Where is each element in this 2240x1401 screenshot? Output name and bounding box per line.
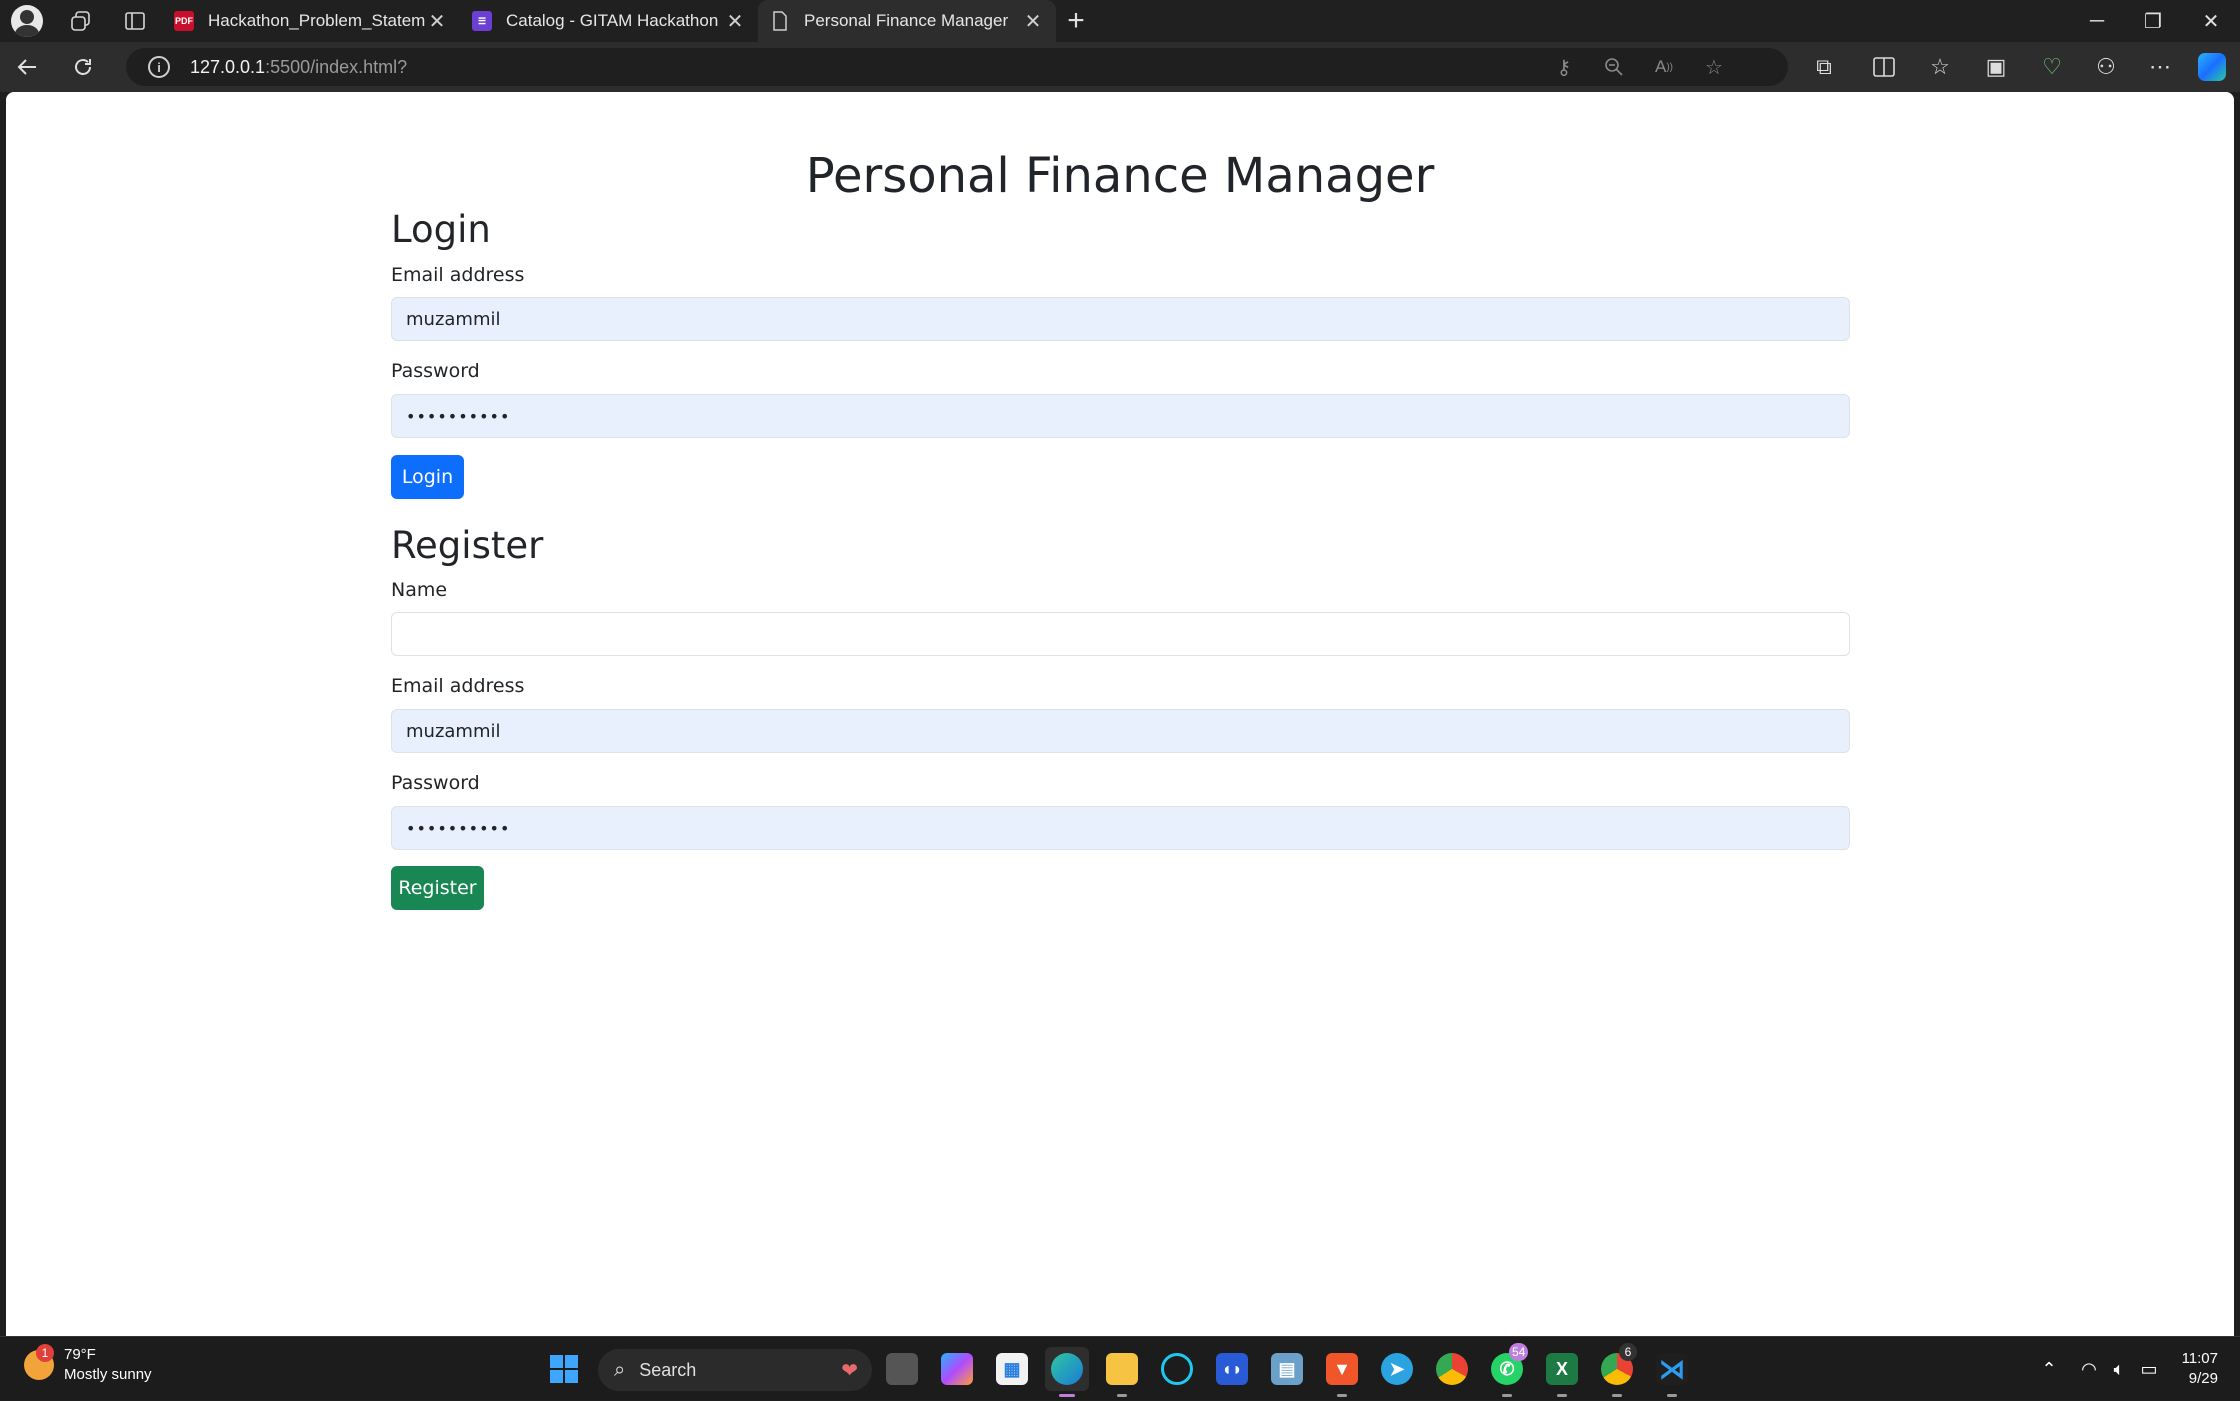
refresh-icon [75, 59, 91, 75]
login-email-label: Email address [391, 264, 525, 286]
taskbar: 1 79°F Mostly sunny ⌕ Search ❤ ▦ ◖◗ ▤ ▼ … [0, 1336, 2240, 1400]
weather-badge: 1 [36, 1344, 54, 1362]
collections-icon[interactable]: ▣ [1974, 42, 2018, 92]
start-button[interactable] [542, 1347, 586, 1391]
register-heading: Register [391, 524, 544, 567]
chrome-profile-icon[interactable]: 6 [1595, 1343, 1639, 1397]
tab-label: Hackathon_Problem_Statements_ [208, 11, 426, 30]
address-bar[interactable]: i 127.0.0.1:5500/index.html? ⚷ A)) ☆ [126, 48, 1788, 86]
login-password-field[interactable]: •••••••••• [391, 394, 1850, 438]
wifi-icon[interactable]: ◠ [2074, 1337, 2104, 1401]
system-clock[interactable]: 11:07 9/29 [2182, 1349, 2218, 1389]
extensions-icon[interactable]: ⧉ [1802, 42, 1846, 92]
split-screen-icon[interactable] [1862, 42, 1906, 92]
clock-time: 11:07 [2181, 1350, 2218, 1367]
pdf-icon: PDF [174, 11, 194, 31]
register-name-label: Name [391, 579, 448, 601]
volume-icon[interactable]: 🔈︎ [2104, 1337, 2134, 1401]
vscode-icon[interactable]: ⋊ [1650, 1347, 1694, 1397]
whatsapp-icon[interactable]: ✆ 54 [1485, 1343, 1529, 1397]
file-explorer-icon[interactable] [1100, 1347, 1144, 1397]
close-icon[interactable]: ✕ [1022, 9, 1044, 34]
microsoft-store-icon[interactable]: ▦ [990, 1347, 1034, 1391]
back-arrow-icon [17, 59, 36, 75]
url-text[interactable]: 127.0.0.1:5500/index.html? [190, 57, 407, 78]
favorite-star-icon[interactable]: ☆ [1696, 48, 1732, 86]
login-password-label: Password [391, 360, 480, 382]
clock-date: 9/29 [2188, 1370, 2218, 1387]
page-icon [770, 11, 790, 31]
clipchamp-icon[interactable]: ▤ [1265, 1347, 1309, 1391]
tab-personal-finance-manager[interactable]: Personal Finance Manager ✕ [758, 0, 1056, 42]
close-window-button[interactable]: ✕ [2182, 0, 2240, 42]
register-email-label: Email address [391, 675, 525, 697]
browser-essentials-icon[interactable]: ♡ [2030, 42, 2074, 92]
tab-catalog-gitam[interactable]: ☰ Catalog - GITAM Hackathon Regis ✕ [460, 0, 758, 42]
copilot-icon[interactable] [2190, 42, 2234, 92]
brave-browser-icon[interactable]: ▼ [1320, 1347, 1364, 1397]
tab-label: Catalog - GITAM Hackathon Regis [506, 11, 724, 30]
page-viewport: Personal Finance Manager Login Email add… [6, 92, 2234, 1336]
copilot-app-icon[interactable] [935, 1347, 979, 1391]
close-icon[interactable]: ✕ [724, 9, 746, 34]
taskbar-search[interactable]: ⌕ Search ❤ [598, 1349, 872, 1391]
search-icon: ⌕ [614, 1358, 626, 1381]
zoom-out-icon[interactable] [1596, 48, 1632, 86]
battery-icon[interactable]: ▭ [2134, 1337, 2164, 1401]
login-email-field[interactable]: muzammil [391, 297, 1850, 341]
profile-avatar[interactable] [0, 0, 54, 42]
register-button[interactable]: Register [391, 866, 484, 910]
url-host: 127.0.0.1 [190, 56, 266, 77]
chrome-icon[interactable] [1430, 1347, 1474, 1391]
close-icon[interactable]: ✕ [426, 9, 448, 34]
excel-icon[interactable]: X [1540, 1347, 1584, 1397]
more-options-icon[interactable]: ⋯ [2138, 42, 2182, 92]
back-button[interactable] [0, 42, 54, 92]
tab-label: Personal Finance Manager [804, 11, 1009, 30]
tab-strip: PDF Hackathon_Problem_Statements_ ✕ ☰ Ca… [0, 0, 2240, 42]
chrome-badge: 6 [1619, 1343, 1637, 1361]
forms-icon: ☰ [472, 11, 492, 31]
restore-button[interactable]: ❐ [2124, 0, 2182, 42]
page-title: Personal Finance Manager [805, 148, 1435, 204]
show-hidden-icons-chevron-icon[interactable]: ⌃ [2034, 1337, 2064, 1401]
register-email-field[interactable]: muzammil [391, 709, 1850, 753]
refresh-button[interactable] [56, 42, 110, 92]
windows-logo-icon [550, 1355, 578, 1383]
vertical-tabs-icon[interactable] [108, 0, 162, 42]
task-view-icon[interactable] [880, 1347, 924, 1391]
register-password-label: Password [391, 772, 480, 794]
copilot-logo [2198, 53, 2226, 81]
workspaces-icon[interactable] [54, 0, 108, 42]
register-password-field[interactable]: •••••••••• [391, 806, 1850, 850]
search-highlight-icon: ❤ [841, 1359, 858, 1382]
whatsapp-badge: 54 [1509, 1343, 1529, 1361]
weather-description: Mostly sunny [64, 1366, 152, 1383]
alexa-icon[interactable] [1155, 1347, 1199, 1391]
new-tab-button[interactable]: + [1056, 0, 1096, 42]
minimize-button[interactable]: ─ [2068, 0, 2126, 42]
key-icon[interactable]: ⚷ [1546, 48, 1582, 86]
tab-hackathon-problem-statements[interactable]: PDF Hackathon_Problem_Statements_ ✕ [162, 0, 460, 42]
edge-browser-icon[interactable] [1045, 1347, 1089, 1397]
url-path: :5500/index.html? [265, 56, 408, 77]
read-aloud-icon[interactable]: A)) [1646, 48, 1682, 86]
site-info-icon[interactable]: i [148, 56, 170, 78]
favorites-icon[interactable]: ☆ [1918, 42, 1962, 92]
weather-temp: 79°F [64, 1346, 96, 1363]
avatar [11, 5, 43, 37]
login-heading: Login [391, 208, 491, 251]
weather-sun-icon: 1 [24, 1344, 54, 1380]
navigation-bar: i 127.0.0.1:5500/index.html? ⚷ A)) ☆ ⧉ ☆… [0, 42, 2240, 92]
share-icon[interactable]: ⚇ [2084, 42, 2128, 92]
weather-widget[interactable]: 1 79°F Mostly sunny [24, 1344, 152, 1385]
dolby-access-icon[interactable]: ◖◗ [1210, 1347, 1254, 1391]
search-label: Search [639, 1359, 697, 1380]
telegram-icon[interactable]: ➤ [1375, 1347, 1419, 1391]
register-name-field[interactable] [391, 612, 1850, 656]
login-button[interactable]: Login [391, 455, 464, 499]
